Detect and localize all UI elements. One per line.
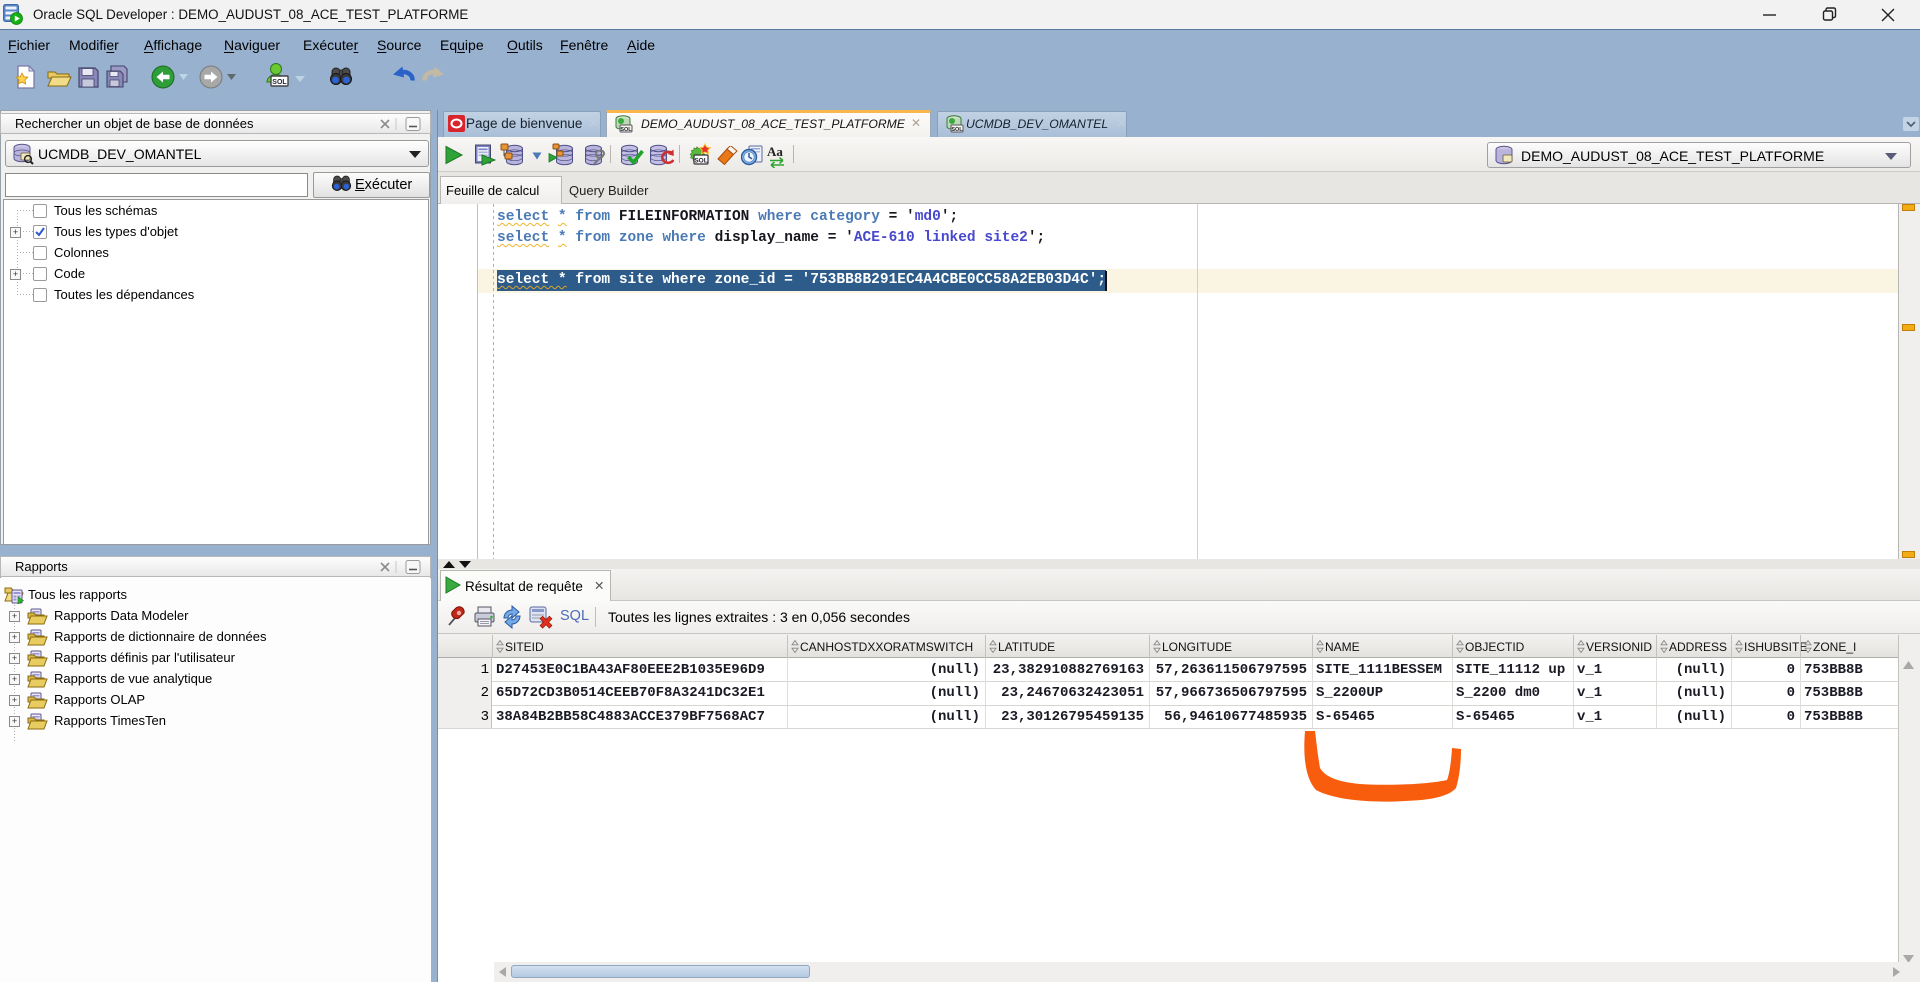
svg-text:SOL: SOL — [620, 127, 632, 133]
svg-text:SOL: SOL — [272, 79, 287, 86]
svg-text:SOL: SOL — [951, 127, 963, 133]
svg-text:Aa: Aa — [767, 144, 783, 159]
svg-text:SOL: SOL — [694, 158, 707, 165]
